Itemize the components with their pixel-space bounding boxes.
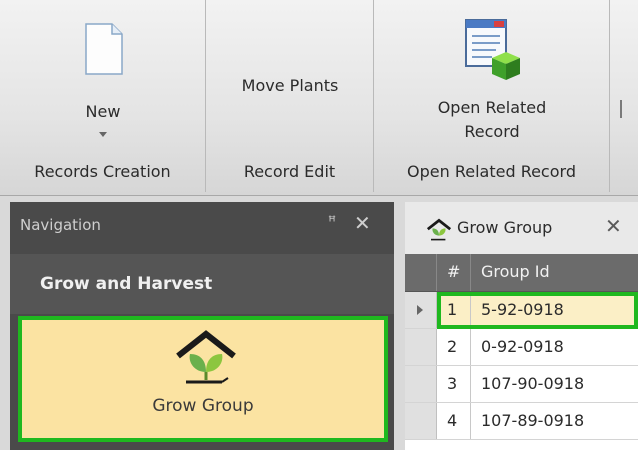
open-related-record-icon: [465, 19, 520, 80]
nav-section-label: Grow and Harvest: [40, 274, 213, 294]
open-related-line2: Record: [464, 122, 520, 141]
row-selector[interactable]: [405, 366, 437, 402]
nav-section-grow-and-harvest[interactable]: Grow and Harvest: [10, 254, 394, 314]
chevron-down-icon[interactable]: [99, 132, 107, 137]
ribbon-group-overflow: [610, 0, 638, 192]
document-area: Grow Group ✕ # Group Id 1 5-92-0918 2 0-…: [405, 202, 638, 450]
navigation-panel: Navigation ꟸ ✕ Grow and Harvest Grow Gro…: [10, 202, 394, 450]
row-selector[interactable]: [405, 292, 437, 328]
open-related-line1: Open Related: [437, 98, 547, 117]
group-id-cell[interactable]: 0-92-0918: [471, 329, 638, 365]
grid-header: # Group Id: [405, 254, 638, 292]
header-selector-cell: [405, 254, 437, 291]
new-document-icon: [85, 23, 123, 75]
group-label-records-creation: Records Creation: [34, 162, 171, 181]
row-number-cell[interactable]: 1: [437, 292, 471, 328]
pin-icon[interactable]: ꟸ: [328, 214, 336, 230]
table-row[interactable]: 1 5-92-0918: [405, 292, 638, 329]
move-plants-label: Move Plants: [241, 76, 339, 95]
tab-close-icon[interactable]: ✕: [605, 214, 622, 238]
row-number-cell[interactable]: 3: [437, 366, 471, 402]
group-label-open-related-record: Open Related Record: [407, 162, 576, 181]
current-row-indicator-icon: [417, 305, 423, 315]
tab-grow-group[interactable]: Grow Group ✕: [405, 202, 638, 255]
ribbon: New Records Creation Move Plants Record …: [0, 0, 638, 196]
row-number-cell[interactable]: 2: [437, 329, 471, 365]
ribbon-group-record-edit: Move Plants Record Edit: [206, 0, 374, 192]
nav-item-grow-group[interactable]: Grow Group: [18, 316, 388, 442]
new-button-label: New: [85, 102, 121, 121]
new-button[interactable]: New: [20, 8, 186, 148]
group-id-cell[interactable]: 107-90-0918: [471, 366, 638, 402]
table-row[interactable]: 3 107-90-0918: [405, 366, 638, 403]
nav-item-label: Grow Group: [152, 396, 254, 416]
move-plants-button[interactable]: Move Plants: [214, 8, 366, 148]
group-id-cell[interactable]: 107-89-0918: [471, 403, 638, 439]
grow-group-icon: [426, 218, 452, 241]
row-selector[interactable]: [405, 329, 437, 365]
row-number-cell[interactable]: 4: [437, 403, 471, 439]
grow-group-grid: # Group Id 1 5-92-0918 2 0-92-0918 3 107…: [405, 254, 638, 450]
grow-group-icon: [176, 330, 236, 384]
tab-label: Grow Group: [457, 218, 553, 237]
truncated-button-label: [620, 100, 622, 118]
column-header-group-id[interactable]: Group Id: [471, 254, 638, 291]
open-related-record-button[interactable]: Open Related Record: [384, 8, 600, 156]
table-row[interactable]: 4 107-89-0918: [405, 403, 638, 440]
close-icon[interactable]: ✕: [354, 211, 371, 235]
ribbon-group-records-creation: New Records Creation: [0, 0, 206, 192]
row-selector[interactable]: [405, 403, 437, 439]
group-label-record-edit: Record Edit: [243, 162, 336, 181]
ribbon-group-open-related-record: Open Related Record Open Related Record: [374, 0, 610, 192]
table-row[interactable]: 2 0-92-0918: [405, 329, 638, 366]
group-id-cell[interactable]: 5-92-0918: [471, 292, 638, 328]
navigation-title: Navigation: [20, 216, 101, 234]
column-header-number[interactable]: #: [437, 254, 471, 291]
